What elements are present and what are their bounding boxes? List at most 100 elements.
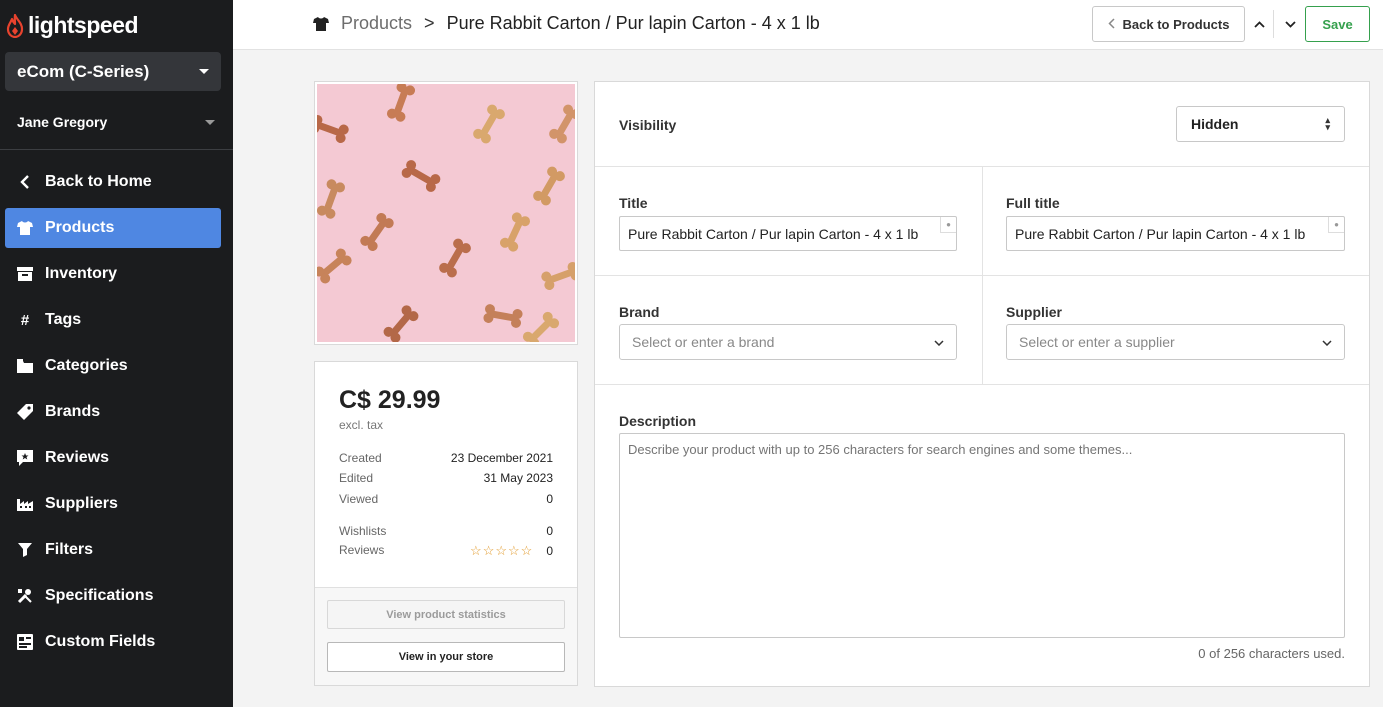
sidebar-item-specifications[interactable]: Specifications <box>5 576 221 616</box>
hash-icon: # <box>20 311 30 329</box>
chevron-left-icon <box>17 174 33 190</box>
caret-down-icon <box>199 69 209 74</box>
brand-placeholder: Select or enter a brand <box>632 334 775 350</box>
star-empty-icon: ☆ <box>495 543 507 558</box>
product-summary-card: C$ 29.99 excl. tax Created 23 December 2… <box>314 361 578 686</box>
product-image <box>317 84 575 342</box>
breadcrumb: Products > Pure Rabbit Carton / Pur lapi… <box>313 13 820 34</box>
sidebar: lightspeed eCom (C-Series) Jane Gregory … <box>0 0 233 707</box>
sidebar-item-label: Custom Fields <box>45 633 156 650</box>
view-product-statistics-button[interactable]: View product statistics <box>327 600 565 629</box>
shirt-icon <box>17 220 33 236</box>
flame-icon <box>6 13 24 38</box>
edited-row: Edited 31 May 2023 <box>339 471 553 485</box>
sidebar-item-tags[interactable]: # Tags <box>5 300 221 340</box>
sidebar-item-label: Tags <box>45 311 82 328</box>
title-label: Title <box>619 195 648 211</box>
sidebar-item-reviews[interactable]: Reviews <box>5 438 221 478</box>
sidebar-nav: Back to Home Products Inventory # Tags C… <box>5 162 221 668</box>
section-divider <box>595 384 1369 385</box>
store-selector[interactable]: eCom (C-Series) <box>5 52 221 91</box>
sidebar-item-custom-fields[interactable]: Custom Fields <box>5 622 221 662</box>
sidebar-item-brands[interactable]: Brands <box>5 392 221 432</box>
created-label: Created <box>339 451 382 465</box>
visibility-label: Visibility <box>619 117 677 133</box>
visibility-select[interactable]: Hidden ▴ ▾ <box>1176 106 1345 142</box>
page-title: Pure Rabbit Carton / Pur lapin Carton - … <box>446 13 820 33</box>
review-icon <box>17 450 33 466</box>
sidebar-item-label: Specifications <box>45 587 154 604</box>
sidebar-item-label: Categories <box>45 357 128 374</box>
logo-text: lightspeed <box>28 12 139 38</box>
sidebar-divider <box>0 149 233 150</box>
tag-icon <box>17 404 33 420</box>
wishlists-row: Wishlists 0 <box>339 524 553 538</box>
sidebar-item-categories[interactable]: Categories <box>5 346 221 386</box>
brand-label: Brand <box>619 304 660 320</box>
sidebar-item-label: Inventory <box>45 265 118 282</box>
chevron-left-icon <box>1107 17 1115 32</box>
full-title-label: Full title <box>1006 195 1060 211</box>
breadcrumb-separator: > <box>424 13 435 33</box>
chevron-down-icon <box>1284 20 1296 28</box>
back-to-products-button[interactable]: Back to Products <box>1092 6 1245 42</box>
summary-footer: View product statistics View in your sto… <box>315 588 577 685</box>
star-empty-icon: ☆ <box>470 543 482 558</box>
column-divider <box>982 276 983 385</box>
updown-arrows-icon: ▴ ▾ <box>1325 115 1330 132</box>
reviews-row: Reviews ☆ ☆ ☆ ☆ ☆ 0 <box>339 543 553 559</box>
full-title-input[interactable]: Pure Rabbit Carton / Pur lapin Carton - … <box>1006 216 1345 251</box>
star-empty-icon: ☆ <box>482 543 495 558</box>
user-name: Jane Gregory <box>17 114 108 130</box>
chevron-down-icon <box>1322 335 1332 349</box>
filter-icon <box>17 542 33 558</box>
sidebar-item-back-to-home[interactable]: Back to Home <box>5 162 221 202</box>
wishlists-value: 0 <box>546 524 553 538</box>
supplier-select[interactable]: Select or enter a supplier <box>1006 324 1345 360</box>
visibility-value: Hidden <box>1191 116 1239 132</box>
top-bar: Products > Pure Rabbit Carton / Pur lapi… <box>233 0 1383 50</box>
sidebar-item-inventory[interactable]: Inventory <box>5 254 221 294</box>
caret-down-icon <box>205 119 215 125</box>
chevron-down-icon <box>934 335 944 349</box>
lightspeed-logo[interactable]: lightspeed <box>6 12 139 39</box>
tools-icon <box>17 588 33 604</box>
title-input[interactable]: Pure Rabbit Carton / Pur lapin Carton - … <box>619 216 957 251</box>
translate-icon[interactable]: ● <box>1328 217 1344 233</box>
sidebar-item-label: Reviews <box>45 449 110 466</box>
sidebar-item-label: Suppliers <box>45 495 118 512</box>
breadcrumb-products-link[interactable]: Products <box>341 13 412 34</box>
sidebar-item-products[interactable]: Products <box>5 208 221 248</box>
arrow-separator <box>1273 10 1274 38</box>
full-title-input-value: Pure Rabbit Carton / Pur lapin Carton - … <box>1015 225 1306 242</box>
sidebar-item-filters[interactable]: Filters <box>5 530 221 570</box>
next-product-button[interactable] <box>1279 12 1301 36</box>
save-button[interactable]: Save <box>1305 6 1370 42</box>
sidebar-item-suppliers[interactable]: Suppliers <box>5 484 221 524</box>
view-in-store-button[interactable]: View in your store <box>327 642 565 672</box>
back-to-products-label: Back to Products <box>1122 16 1230 32</box>
product-image-card[interactable] <box>314 81 578 345</box>
reviews-value-group: ☆ ☆ ☆ ☆ ☆ 0 <box>470 543 553 559</box>
description-label: Description <box>619 413 697 429</box>
store-name: eCom (C-Series) <box>17 61 150 81</box>
user-menu[interactable]: Jane Gregory <box>17 114 215 130</box>
sidebar-item-label: Filters <box>45 541 94 558</box>
wishlists-label: Wishlists <box>339 524 387 538</box>
custom-fields-icon <box>17 634 33 650</box>
sidebar-item-label: Brands <box>45 403 101 420</box>
viewed-row: Viewed 0 <box>339 492 553 506</box>
description-textarea[interactable] <box>619 433 1345 638</box>
supplier-label: Supplier <box>1006 304 1063 320</box>
brand-select[interactable]: Select or enter a brand <box>619 324 957 360</box>
previous-product-button[interactable] <box>1248 12 1270 36</box>
star-empty-icon: ☆ <box>520 543 533 558</box>
reviews-value: 0 <box>546 544 553 558</box>
viewed-value: 0 <box>546 492 553 506</box>
edited-label: Edited <box>339 471 374 485</box>
product-price: C$ 29.99 <box>339 386 441 414</box>
sidebar-item-label: Products <box>45 219 115 236</box>
shirt-icon <box>313 16 329 31</box>
edited-value: 31 May 2023 <box>483 471 553 485</box>
translate-icon[interactable]: ● <box>940 217 956 233</box>
